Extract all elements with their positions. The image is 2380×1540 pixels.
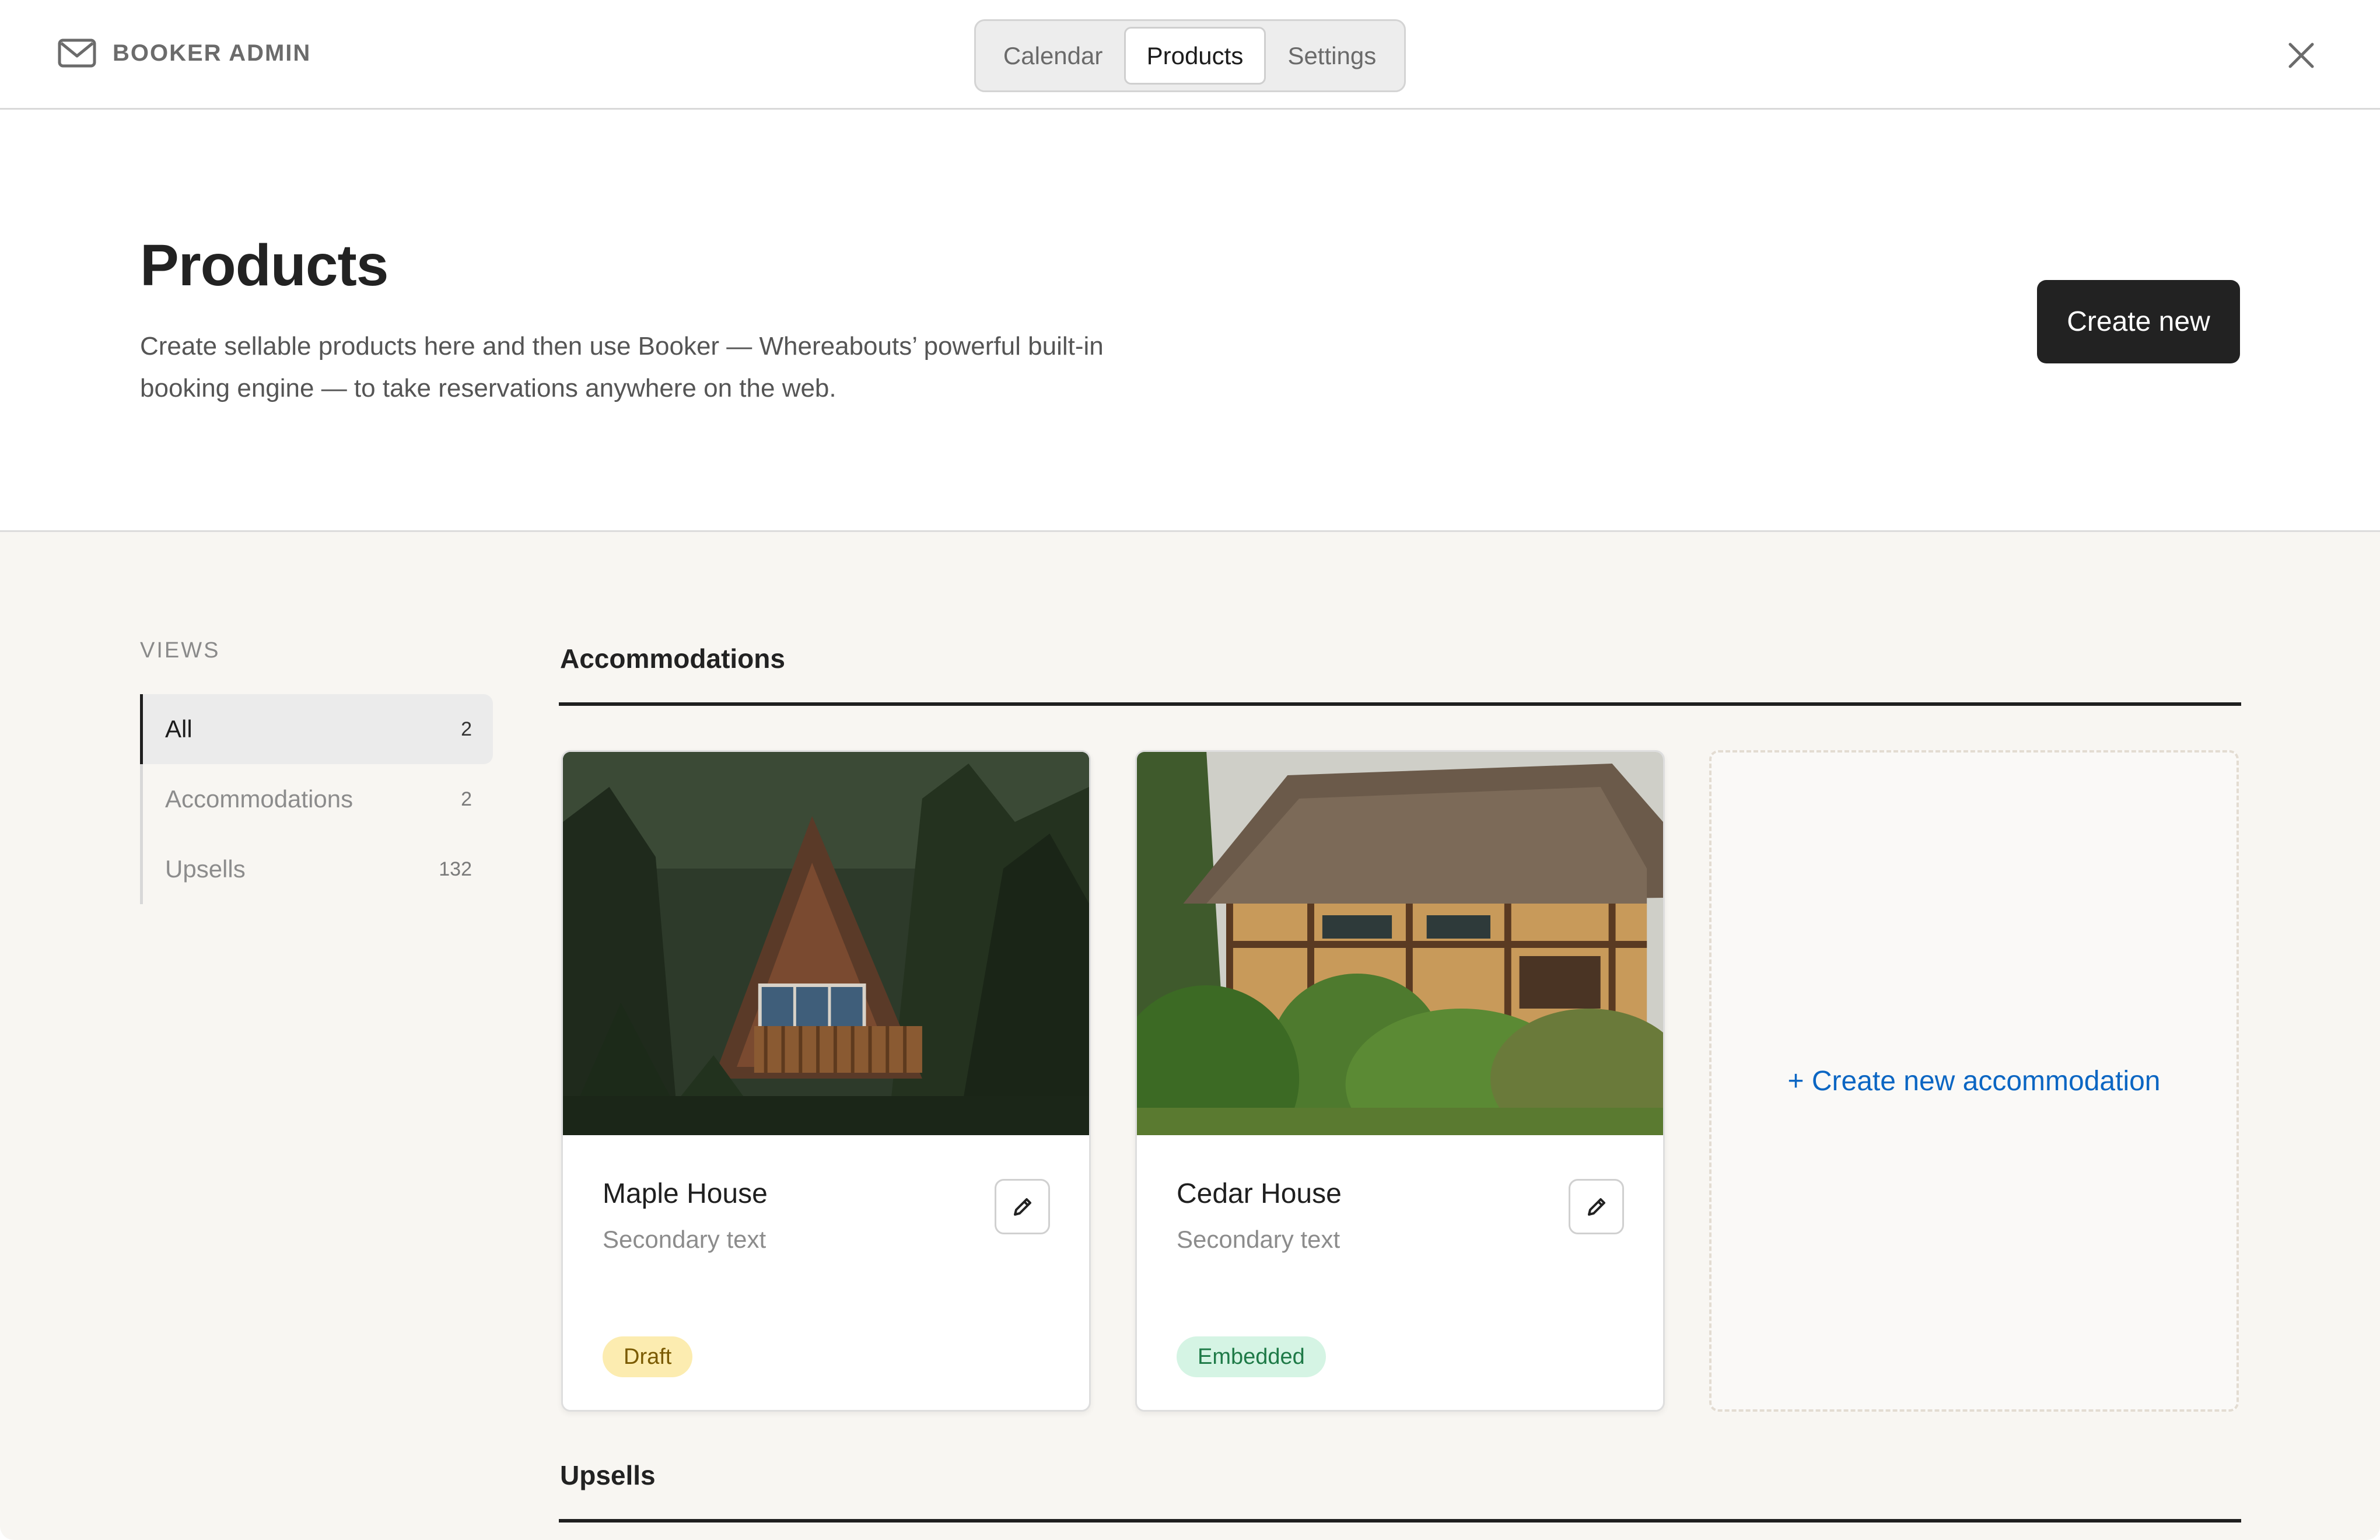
view-item-count: 132 xyxy=(439,858,472,880)
close-icon[interactable] xyxy=(2287,41,2316,70)
mail-icon xyxy=(58,38,96,68)
product-card-cedar-house[interactable]: Cedar House Secondary text Embedded xyxy=(1135,750,1665,1412)
brand: BOOKER ADMIN xyxy=(58,38,311,68)
create-accommodation-card[interactable]: + Create new accommodation xyxy=(1709,750,2239,1412)
product-secondary-text: Secondary text xyxy=(603,1226,766,1253)
product-name: Cedar House xyxy=(1177,1178,1342,1209)
top-bar: BOOKER ADMIN Calendar Products Settings xyxy=(0,0,2380,110)
accommodations-heading: Accommodations xyxy=(560,643,785,674)
tab-settings[interactable]: Settings xyxy=(1266,27,1398,85)
view-item-accommodations[interactable]: Accommodations 2 xyxy=(143,764,493,834)
product-image xyxy=(563,752,1089,1135)
brand-name: BOOKER ADMIN xyxy=(113,40,312,66)
product-card-maple-house[interactable]: Maple House Secondary text Draft xyxy=(561,750,1091,1412)
view-item-label: All xyxy=(165,715,192,743)
create-new-button[interactable]: Create new xyxy=(2037,280,2240,363)
views-heading: VIEWS xyxy=(140,638,220,663)
upsells-divider xyxy=(559,1519,2241,1522)
view-item-count: 2 xyxy=(461,788,472,810)
page-title: Products xyxy=(140,233,388,298)
upsells-heading: Upsells xyxy=(560,1460,656,1490)
page-description: Create sellable products here and then u… xyxy=(140,332,1104,402)
view-item-label: Upsells xyxy=(165,855,246,883)
pencil-icon xyxy=(1013,1198,1031,1216)
view-item-label: Accommodations xyxy=(165,785,354,813)
content-area: VIEWS All 2 Accommodations 2 Upsells 132… xyxy=(0,532,2380,1540)
status-badge-draft: Draft xyxy=(603,1336,693,1377)
page-header: Products Create sellable products here a… xyxy=(0,110,2380,532)
section-switcher: Calendar Products Settings xyxy=(974,19,1406,92)
views-list: All 2 Accommodations 2 Upsells 132 xyxy=(140,694,493,904)
accommodations-divider xyxy=(559,702,2241,706)
pencil-icon xyxy=(1587,1198,1605,1216)
product-secondary-text: Secondary text xyxy=(1177,1226,1340,1253)
edit-button[interactable] xyxy=(1569,1179,1624,1234)
edit-button[interactable] xyxy=(995,1179,1050,1234)
view-item-upsells[interactable]: Upsells 132 xyxy=(143,834,493,904)
status-badge-embedded: Embedded xyxy=(1177,1336,1326,1377)
view-item-all[interactable]: All 2 xyxy=(140,694,493,764)
tab-products[interactable]: Products xyxy=(1124,27,1266,85)
product-name: Maple House xyxy=(603,1178,768,1209)
tab-calendar[interactable]: Calendar xyxy=(982,27,1124,85)
product-image xyxy=(1137,752,1663,1135)
view-item-count: 2 xyxy=(461,718,472,740)
